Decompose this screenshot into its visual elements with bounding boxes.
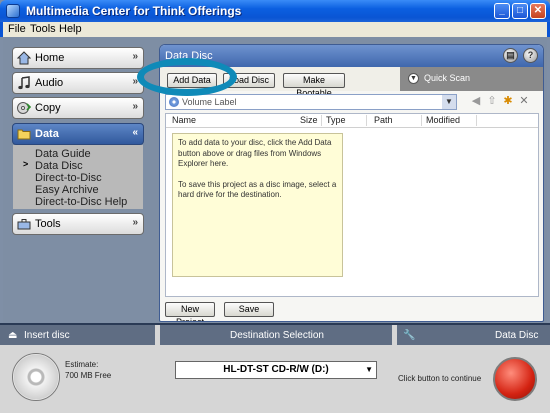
- highlight-ring: [137, 58, 237, 96]
- quick-scan[interactable]: ▼ Quick Scan: [400, 67, 543, 91]
- new-project-button[interactable]: New Project: [165, 302, 215, 321]
- chevron-down-icon[interactable]: ▼: [442, 95, 456, 109]
- save-button[interactable]: Save: [224, 302, 274, 317]
- quick-scan-label: Quick Scan: [424, 73, 471, 83]
- subnav-direct-to-disc-help[interactable]: Direct-to-Disc Help: [35, 196, 127, 208]
- chevron-up-icon: «: [132, 127, 138, 138]
- hint-paragraph: To save this project as a disc image, se…: [178, 179, 337, 200]
- volume-label-text: Volume Label: [182, 97, 237, 107]
- column-size[interactable]: Size: [300, 115, 318, 125]
- cd-disc-icon: [12, 353, 60, 401]
- nav-data[interactable]: Data «: [12, 123, 144, 145]
- back-icon[interactable]: ◀: [470, 95, 482, 107]
- nav-home-label: Home: [35, 52, 65, 64]
- make-bootable-button[interactable]: Make Bootable: [283, 73, 345, 98]
- subnav-data-disc[interactable]: Data Disc: [35, 160, 83, 172]
- project-header: 🔧 Data Disc: [397, 325, 550, 345]
- estimate-block: Estimate: 700 MB Free: [65, 359, 111, 381]
- insert-disc-label: Insert disc: [24, 330, 70, 341]
- nav-audio[interactable]: Audio »: [12, 72, 144, 94]
- chevron-down-icon: »: [132, 101, 138, 112]
- nav-home[interactable]: Home »: [12, 47, 144, 69]
- menu-bar: File Tools Help: [0, 22, 550, 37]
- chevron-down-icon: »: [132, 51, 138, 62]
- drive-select-value: HL-DT-ST CD-R/W (D:): [223, 364, 329, 375]
- column-name[interactable]: Name: [172, 115, 196, 125]
- print-icon[interactable]: ▤: [503, 48, 518, 63]
- chevron-down-icon: ▼: [365, 365, 373, 374]
- file-list[interactable]: Name Size Type Path Modified To add data…: [165, 113, 539, 297]
- disc-icon: [169, 97, 179, 107]
- home-icon: [17, 51, 31, 65]
- nav-audio-label: Audio: [35, 77, 64, 89]
- subnav-direct-to-disc[interactable]: Direct-to-Disc: [35, 172, 102, 184]
- add-data-hint: To add data to your disc, click the Add …: [172, 133, 343, 277]
- data-subnav: > Data Guide Data Disc Direct-to-Disc Ea…: [13, 145, 143, 209]
- title-bar: Multimedia Center for Think Offerings _ …: [0, 0, 550, 22]
- volume-label-field[interactable]: Volume Label ▼: [165, 94, 457, 110]
- toolbox-icon: [17, 219, 31, 230]
- estimate-value: 700 MB Free: [65, 371, 112, 380]
- bottom-strip: ⏏ Insert disc Destination Selection 🔧 Da…: [0, 323, 550, 413]
- menu-help[interactable]: Help: [59, 23, 82, 35]
- up-folder-icon[interactable]: ⇧: [486, 95, 498, 107]
- column-type[interactable]: Type: [326, 115, 346, 125]
- app-icon: [6, 4, 20, 18]
- subnav-data-guide[interactable]: Data Guide: [35, 148, 91, 160]
- chevron-down-icon: »: [132, 217, 138, 228]
- insert-disc-header: ⏏ Insert disc: [0, 325, 155, 345]
- new-folder-icon[interactable]: ✱: [502, 95, 514, 107]
- folder-icon: [17, 129, 31, 140]
- main-area: Home » Audio » Copy » Data « > Data Guid…: [3, 37, 547, 323]
- nav-tools[interactable]: Tools »: [12, 213, 144, 235]
- selected-arrow-icon: >: [23, 159, 29, 169]
- column-path[interactable]: Path: [374, 115, 393, 125]
- wrench-icon: 🔧: [403, 330, 416, 341]
- eject-icon: ⏏: [8, 330, 18, 341]
- estimate-label: Estimate:: [65, 360, 99, 369]
- menu-tools[interactable]: Tools: [30, 23, 56, 35]
- music-note-icon: [18, 76, 30, 90]
- file-list-header: Name Size Type Path Modified: [166, 114, 538, 128]
- menu-file[interactable]: File: [8, 23, 26, 35]
- window-title: Multimedia Center for Think Offerings: [26, 4, 242, 18]
- destination-header: Destination Selection: [160, 325, 392, 345]
- help-icon[interactable]: ?: [523, 48, 538, 63]
- copy-disc-icon: [17, 102, 31, 114]
- go-button[interactable]: [493, 357, 537, 401]
- delete-icon[interactable]: ✕: [518, 95, 530, 107]
- drive-select[interactable]: HL-DT-ST CD-R/W (D:) ▼: [175, 361, 377, 379]
- nav-copy-label: Copy: [35, 102, 61, 114]
- maximize-button[interactable]: □: [512, 3, 528, 19]
- nav-copy[interactable]: Copy »: [12, 97, 144, 119]
- chevron-down-icon: ▼: [408, 73, 419, 84]
- destination-title: Destination Selection: [230, 330, 324, 341]
- close-button[interactable]: ✕: [530, 3, 546, 19]
- column-modified[interactable]: Modified: [426, 115, 460, 125]
- minimize-button[interactable]: _: [494, 3, 510, 19]
- nav-tools-label: Tools: [35, 218, 61, 230]
- subnav-easy-archive[interactable]: Easy Archive: [35, 184, 99, 196]
- hint-paragraph: To add data to your disc, click the Add …: [178, 138, 332, 168]
- nav-data-label: Data: [35, 128, 59, 140]
- project-type-label: Data Disc: [495, 330, 539, 341]
- continue-text: Click button to continue: [398, 374, 482, 383]
